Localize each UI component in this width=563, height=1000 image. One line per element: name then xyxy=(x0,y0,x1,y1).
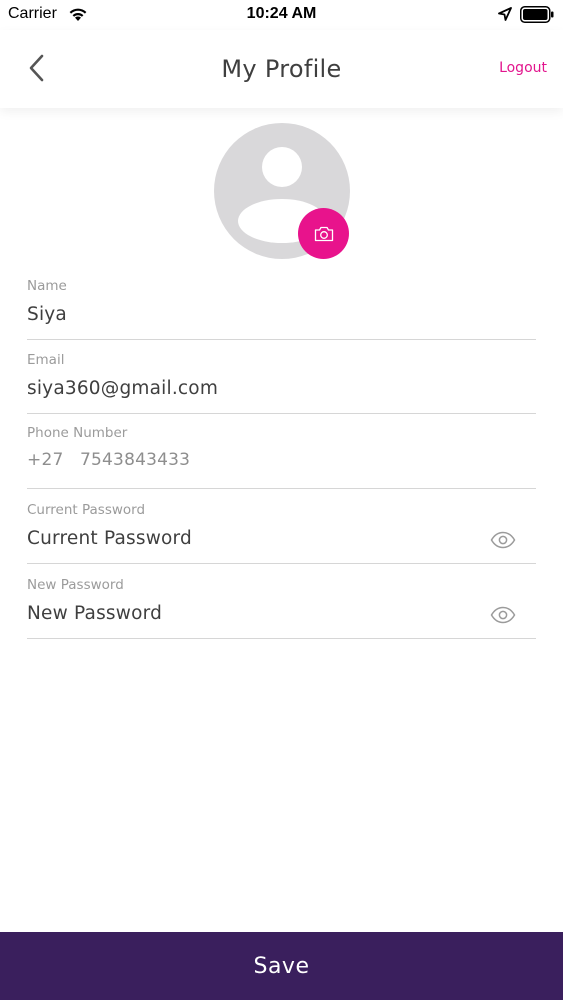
carrier-label: Carrier xyxy=(8,5,57,22)
email-field[interactable]: Email siya360@gmail.com xyxy=(27,350,536,414)
name-field[interactable]: Name Siya xyxy=(27,276,536,340)
phone-input[interactable]: 7543843433 xyxy=(80,450,190,470)
eye-icon[interactable] xyxy=(490,606,516,624)
back-button[interactable] xyxy=(22,50,52,86)
chevron-left-icon xyxy=(29,54,44,82)
status-bar: Carrier 10:24 AM xyxy=(0,0,563,30)
save-label: Save xyxy=(253,953,310,979)
location-arrow-icon xyxy=(498,7,512,21)
save-button[interactable]: Save xyxy=(0,932,563,1000)
name-input[interactable]: Siya xyxy=(27,304,67,325)
phone-field[interactable]: Phone Number +27 7543843433 xyxy=(27,423,536,489)
eye-icon[interactable] xyxy=(490,531,516,549)
wifi-icon xyxy=(69,8,87,21)
new-password-field[interactable]: New Password New Password xyxy=(27,575,536,639)
change-photo-button[interactable] xyxy=(298,208,349,259)
email-input[interactable]: siya360@gmail.com xyxy=(27,378,218,399)
current-password-input[interactable]: Current Password xyxy=(27,528,192,549)
current-password-field[interactable]: Current Password Current Password xyxy=(27,500,536,564)
app-header: My Profile Logout xyxy=(0,30,563,108)
logout-link[interactable]: Logout xyxy=(499,60,547,76)
name-label: Name xyxy=(27,278,67,294)
new-password-label: New Password xyxy=(27,577,124,593)
new-password-input[interactable]: New Password xyxy=(27,603,162,624)
page-title: My Profile xyxy=(221,55,342,83)
camera-icon xyxy=(314,226,333,241)
battery-icon xyxy=(520,6,554,23)
current-password-label: Current Password xyxy=(27,502,146,518)
phone-label: Phone Number xyxy=(27,425,128,441)
country-code[interactable]: +27 xyxy=(27,450,63,470)
email-label: Email xyxy=(27,352,65,368)
